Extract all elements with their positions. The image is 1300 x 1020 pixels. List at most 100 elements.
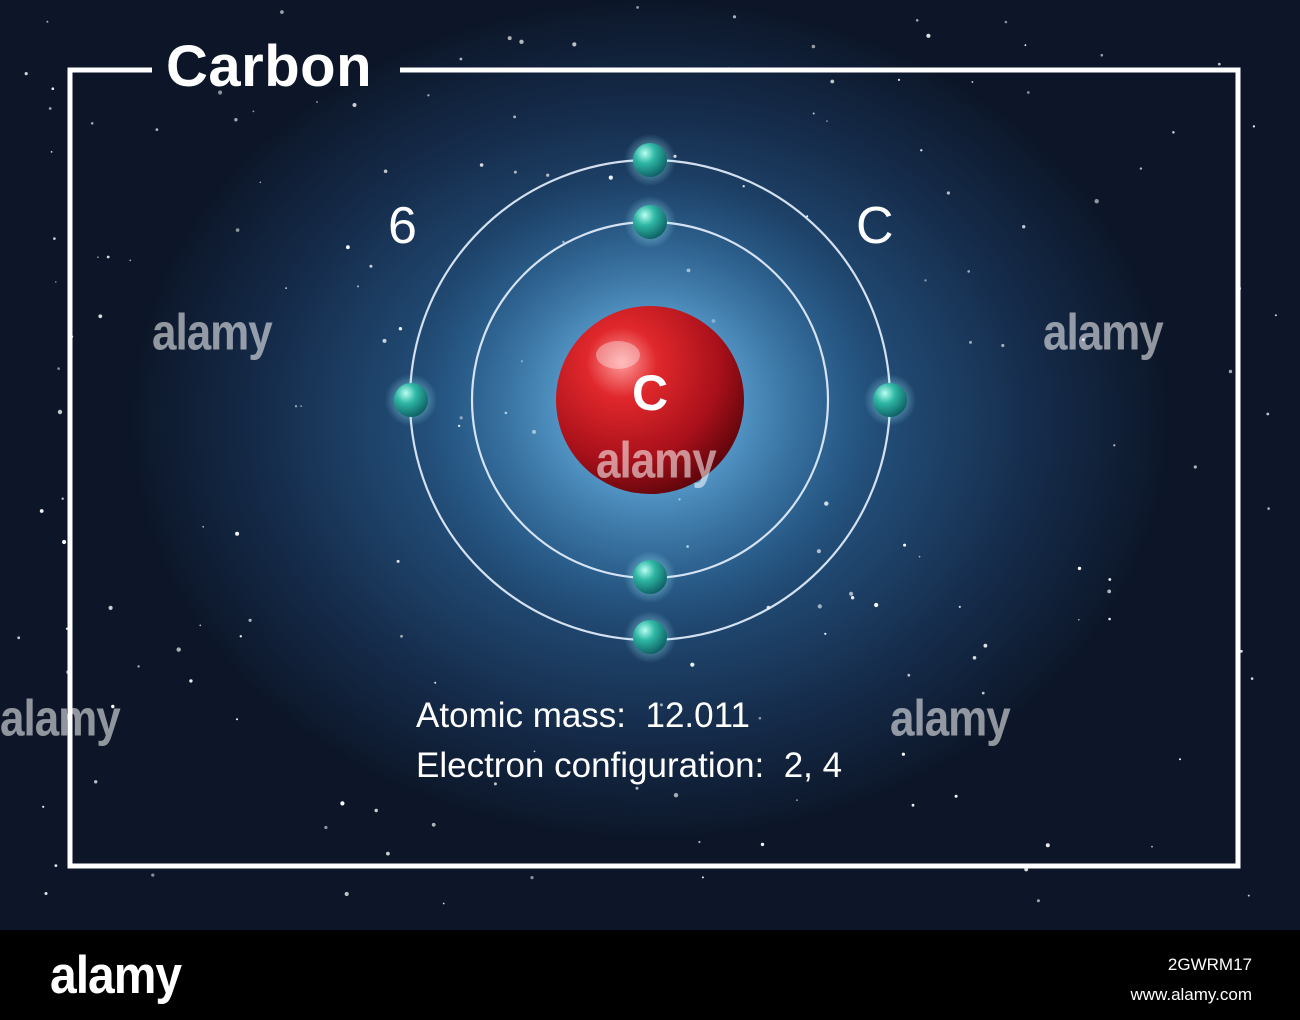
star [344, 891, 349, 897]
star [1026, 91, 1030, 94]
star [1036, 899, 1040, 903]
star [1172, 131, 1175, 134]
star [897, 78, 901, 81]
star [151, 873, 155, 877]
star [427, 94, 430, 97]
star [826, 120, 828, 122]
watermark: alamy [1043, 304, 1164, 361]
star [189, 679, 193, 683]
star [382, 338, 387, 343]
star [57, 367, 60, 370]
star [434, 681, 437, 684]
star [137, 665, 140, 668]
star [958, 605, 961, 609]
star [324, 825, 328, 830]
star [61, 497, 64, 500]
star [442, 902, 445, 905]
star [55, 281, 57, 283]
star [690, 662, 695, 667]
star [252, 110, 255, 113]
star [42, 805, 45, 808]
star [513, 115, 516, 119]
star [983, 643, 988, 648]
star [830, 79, 835, 84]
electron-inner-top [624, 196, 676, 248]
star [946, 191, 951, 195]
star [1151, 845, 1153, 848]
star [572, 42, 577, 47]
watermark: alamy [890, 690, 1011, 747]
star [760, 842, 765, 847]
watermark: alamy [596, 432, 717, 489]
star [1274, 314, 1277, 317]
star [374, 808, 378, 813]
electron-outer-bottom [624, 611, 676, 663]
electron-outer-left [385, 374, 437, 426]
star [316, 101, 318, 103]
carbon-atom-diagram: Carbon 6 C C Atomic mass: 12.011 Electro… [0, 0, 1300, 1020]
star [850, 596, 855, 600]
star [396, 559, 400, 563]
star [1266, 412, 1270, 416]
star [383, 169, 388, 174]
star [903, 543, 907, 547]
star [62, 539, 67, 545]
star [635, 786, 639, 790]
atomic-number: 6 [388, 197, 417, 255]
star [108, 605, 113, 611]
star [369, 264, 373, 268]
star [1045, 843, 1050, 848]
star [44, 892, 48, 895]
star [357, 285, 359, 288]
watermark: alamy [152, 304, 273, 361]
star [874, 602, 879, 608]
star [1107, 589, 1112, 594]
site-url: www.alamy.com [1130, 985, 1252, 1004]
star [340, 801, 345, 806]
star [954, 794, 958, 798]
star [971, 81, 974, 83]
star [817, 604, 822, 609]
star [972, 656, 977, 660]
star [926, 33, 931, 38]
star [54, 864, 58, 867]
electron-outer-right [864, 374, 916, 426]
star [1217, 62, 1221, 66]
star [849, 591, 854, 596]
star [546, 173, 550, 177]
star [758, 716, 762, 720]
star [46, 20, 49, 23]
star [199, 624, 202, 627]
star [1078, 618, 1080, 621]
electron-inner-bottom [624, 551, 676, 603]
star [1252, 125, 1255, 128]
star [673, 793, 679, 798]
star [234, 118, 238, 122]
star [300, 405, 302, 407]
star [967, 270, 970, 273]
star [236, 718, 238, 721]
star [811, 44, 816, 49]
star [479, 163, 484, 167]
star [39, 509, 44, 513]
star [513, 170, 517, 174]
star [1113, 444, 1116, 447]
image-id: 2GWRM17 [1167, 955, 1252, 974]
star [155, 128, 159, 132]
star [636, 6, 639, 9]
star [48, 107, 52, 110]
star [1247, 894, 1250, 897]
atomic-mass-text: Atomic mass: 12.011 [416, 696, 750, 735]
star [969, 340, 972, 344]
star [431, 822, 436, 827]
star [698, 840, 701, 844]
star [915, 19, 919, 22]
star [259, 181, 262, 184]
star [1077, 566, 1082, 571]
star [1094, 199, 1099, 204]
star [1004, 20, 1008, 24]
footer-logo: alamy [50, 946, 182, 1005]
star [97, 256, 99, 259]
star [106, 255, 110, 259]
star [352, 103, 357, 107]
